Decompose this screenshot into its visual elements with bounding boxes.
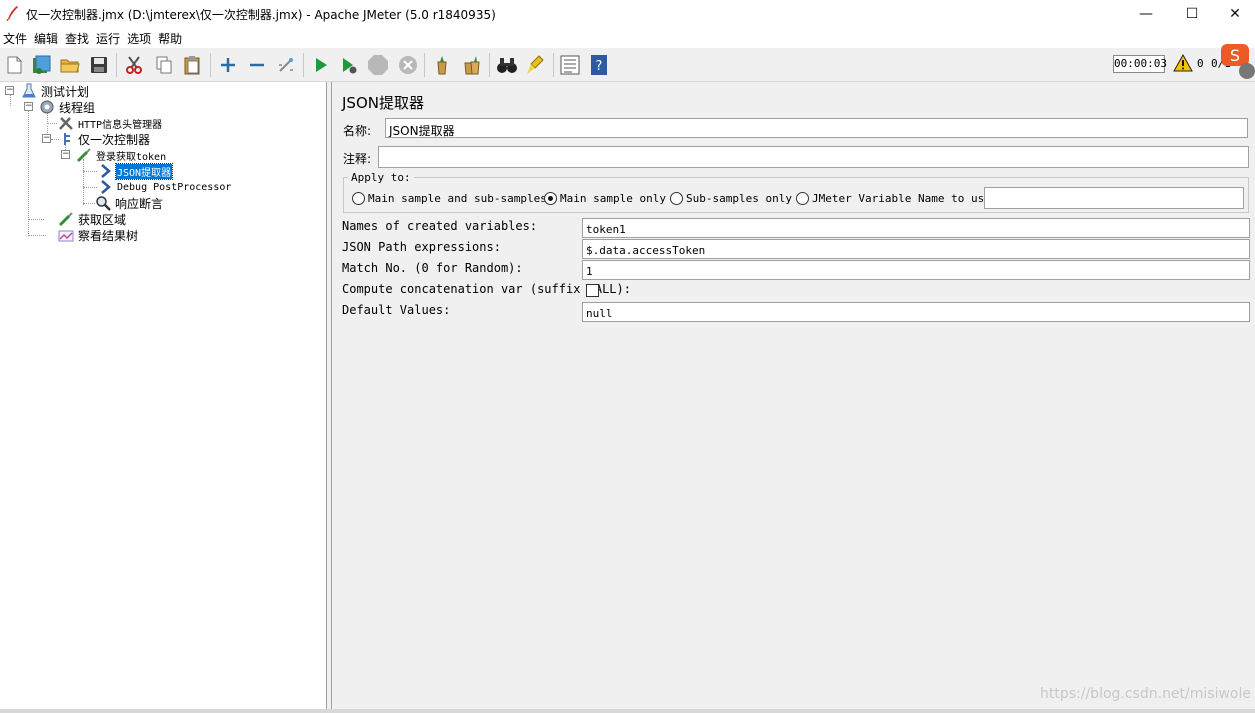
default-values-input[interactable]: null — [582, 302, 1250, 322]
open-folder-icon[interactable] — [58, 53, 82, 77]
controller-icon — [58, 131, 74, 147]
collapse-login-token[interactable]: − — [61, 150, 70, 159]
match-no-input[interactable]: 1 — [582, 260, 1250, 280]
tree-node-login-token[interactable]: 登录获取token — [76, 147, 167, 163]
logs-icon[interactable] — [1238, 62, 1255, 80]
elapsed-timer: 00:00:03 — [1113, 55, 1167, 73]
menu-help[interactable]: 帮助 — [155, 28, 186, 48]
comment-label: 注释: — [343, 152, 372, 166]
collapse-all-icon[interactable] — [245, 53, 269, 77]
tree-node-test-plan[interactable]: 测试计划 — [21, 83, 90, 99]
stop-icon[interactable] — [366, 53, 390, 77]
json-path-input[interactable]: $.data.accessToken — [582, 239, 1250, 259]
save-icon[interactable] — [87, 53, 111, 77]
tree-node-once-controller[interactable]: 仅一次控制器 — [58, 131, 151, 147]
name-input[interactable]: JSON提取器 — [385, 118, 1248, 138]
paste-icon[interactable] — [180, 53, 204, 77]
post-processor-arrow-icon — [97, 163, 113, 179]
minimize-button[interactable]: — — [1123, 0, 1169, 28]
tree-node-http-header[interactable]: HTTP信息头管理器 — [58, 115, 163, 131]
copy-icon[interactable] — [152, 53, 176, 77]
default-values-label: Default Values: — [342, 303, 451, 317]
match-no-label: Match No. (0 for Random): — [342, 261, 523, 275]
close-button[interactable]: ✕ — [1215, 0, 1255, 28]
maximize-button[interactable]: ☐ — [1169, 0, 1215, 28]
warning-count: 0 — [1197, 57, 1204, 70]
names-of-variables-input[interactable]: token1 — [582, 218, 1250, 238]
clear-icon[interactable] — [430, 53, 454, 77]
window-title: 仅一次控制器.jmx (D:\jmterex\仅一次控制器.jmx) - Apa… — [26, 8, 496, 22]
new-icon[interactable] — [2, 53, 26, 77]
title-bar: 仅一次控制器.jmx (D:\jmterex\仅一次控制器.jmx) - Apa… — [0, 0, 1255, 28]
tree-node-view-results-tree[interactable]: 察看结果树 — [58, 227, 139, 243]
tree-node-get-area[interactable]: 获取区域 — [58, 211, 127, 227]
radio-sub-only[interactable]: Sub-samples only — [670, 192, 792, 205]
json-path-label: JSON Path expressions: — [342, 240, 501, 254]
cut-icon[interactable] — [122, 53, 146, 77]
menu-edit[interactable]: 编辑 — [31, 28, 62, 48]
tree-node-debug-postprocessor[interactable]: Debug PostProcessor — [97, 179, 232, 195]
sampler-pen-icon — [76, 147, 92, 163]
function-helper-icon[interactable] — [558, 53, 582, 77]
collapse-once-controller[interactable]: − — [42, 134, 51, 143]
watermark: https://blog.csdn.net/misiwole — [1040, 686, 1251, 702]
shutdown-icon[interactable] — [396, 53, 420, 77]
magnifier-icon — [95, 195, 111, 211]
toolbar: ? 00:00:03 0 0/1 S — [0, 44, 1255, 82]
jmeter-variable-input[interactable] — [984, 187, 1244, 209]
menu-search[interactable]: 查找 — [62, 28, 93, 48]
jmeter-feather-icon — [6, 6, 18, 21]
search-binoculars-icon[interactable] — [495, 53, 519, 77]
start-icon[interactable] — [309, 53, 333, 77]
concat-var-checkbox[interactable] — [586, 284, 599, 297]
apply-to-label: Apply to: — [348, 171, 414, 184]
panel-title: JSON提取器 — [342, 94, 424, 112]
tree-node-response-assertion[interactable]: 响应断言 — [95, 195, 164, 211]
menu-file[interactable]: 文件 — [0, 28, 31, 48]
start-no-pauses-icon[interactable] — [337, 53, 361, 77]
sampler-pen-icon — [58, 211, 74, 227]
reset-search-icon[interactable] — [524, 53, 548, 77]
json-extractor-panel: JSON提取器 名称: JSON提取器 注释: Apply to: Main s… — [333, 82, 1255, 709]
tree-node-thread-group[interactable]: 线程组 — [39, 99, 96, 115]
toggle-icon[interactable] — [274, 53, 298, 77]
status-strip — [0, 709, 1255, 713]
gear-icon — [39, 99, 55, 115]
radio-jmeter-variable[interactable]: JMeter Variable Name to use — [796, 192, 991, 205]
help-icon[interactable]: ? — [587, 53, 611, 77]
menu-options[interactable]: 选项 — [124, 28, 155, 48]
names-of-variables-label: Names of created variables: — [342, 219, 538, 233]
wrench-icon — [58, 115, 74, 131]
tree-node-json-extractor[interactable]: JSON提取器 — [97, 162, 174, 180]
radio-main-only[interactable]: Main sample only — [544, 192, 666, 205]
listener-chart-icon — [58, 227, 74, 243]
menu-bar: 文件 编辑 查找 运行 选项 帮助 — [0, 28, 1255, 48]
split-pane-divider[interactable] — [327, 82, 332, 709]
test-plan-icon — [21, 83, 37, 99]
svg-text:?: ? — [596, 59, 603, 74]
templates-icon[interactable] — [29, 53, 53, 77]
post-processor-arrow-icon — [97, 179, 113, 195]
warning-icon[interactable] — [1173, 54, 1193, 72]
test-plan-tree: − 测试计划 − 线程组 HTTP信息头管理器 − 仅一次控制器 − 登录获取t… — [0, 82, 327, 709]
radio-main-and-sub[interactable]: Main sample and sub-samples — [352, 192, 547, 205]
name-label: 名称: — [343, 124, 372, 138]
collapse-thread-group[interactable]: − — [24, 102, 33, 111]
clear-all-icon[interactable] — [460, 53, 484, 77]
collapse-test-plan[interactable]: − — [5, 86, 14, 95]
expand-all-icon[interactable] — [216, 53, 240, 77]
menu-run[interactable]: 运行 — [93, 28, 124, 48]
comment-input[interactable] — [378, 146, 1249, 168]
